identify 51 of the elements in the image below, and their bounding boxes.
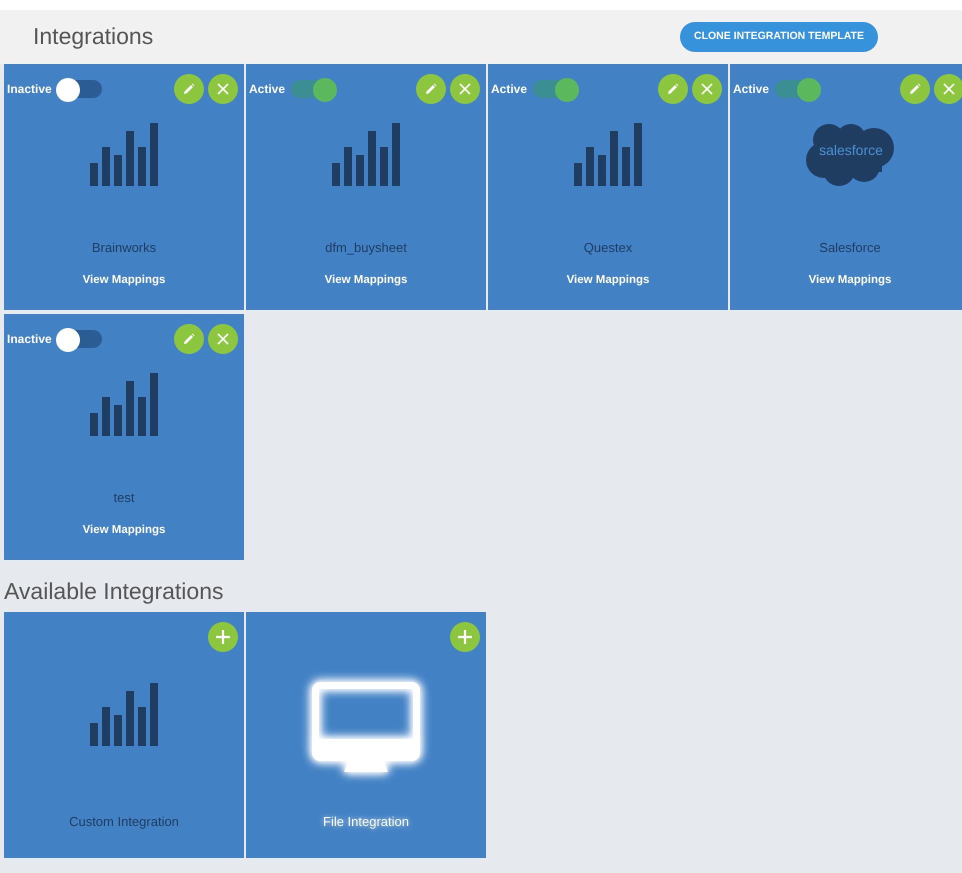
cloud-icon bbox=[806, 124, 894, 186]
view-mappings-link[interactable]: View Mappings bbox=[566, 272, 650, 289]
bar-chart-icon bbox=[90, 122, 158, 186]
edit-button[interactable] bbox=[416, 74, 446, 104]
logo-text: salesforce bbox=[819, 142, 883, 158]
close-icon bbox=[701, 83, 713, 95]
plus-icon bbox=[215, 628, 231, 645]
delete-button[interactable] bbox=[208, 74, 238, 104]
pencil-icon bbox=[183, 333, 195, 345]
edit-button[interactable] bbox=[900, 74, 930, 104]
integration-name: Salesforce bbox=[819, 239, 881, 257]
integration-name: Questex bbox=[584, 239, 632, 257]
status-label: Active bbox=[491, 81, 528, 98]
close-icon bbox=[943, 83, 955, 95]
page-title: Integrations bbox=[33, 23, 154, 51]
integration-name: Brainworks bbox=[92, 239, 156, 257]
integration-name: Custom Integration bbox=[69, 812, 179, 831]
edit-button[interactable] bbox=[174, 324, 204, 354]
pencil-icon bbox=[425, 83, 437, 95]
integration-name: File Integration bbox=[323, 812, 409, 831]
delete-button[interactable] bbox=[450, 74, 480, 104]
bar-chart-icon bbox=[332, 122, 400, 186]
integration-name: dfm_buysheet bbox=[325, 239, 407, 257]
delete-button[interactable] bbox=[934, 74, 962, 104]
view-mappings-link[interactable]: View Mappings bbox=[82, 272, 166, 289]
integration-name: test bbox=[114, 489, 134, 507]
edit-button[interactable] bbox=[174, 74, 204, 104]
close-icon bbox=[217, 333, 229, 345]
status-label: Active bbox=[733, 81, 770, 98]
bar-chart-icon bbox=[90, 682, 158, 746]
pencil-icon bbox=[183, 83, 195, 95]
bar-chart-icon bbox=[90, 372, 158, 436]
add-button[interactable] bbox=[450, 622, 480, 652]
status-label: Active bbox=[249, 81, 286, 98]
clone-template-button[interactable]: CLONE INTEGRATION TEMPLATE bbox=[680, 22, 878, 52]
plus-icon bbox=[457, 628, 473, 645]
add-button[interactable] bbox=[208, 622, 238, 652]
status-label: Inactive bbox=[7, 331, 52, 348]
pencil-icon bbox=[909, 83, 921, 95]
section-title: Available Integrations bbox=[4, 578, 224, 606]
pencil-icon bbox=[667, 83, 679, 95]
delete-button[interactable] bbox=[208, 324, 238, 354]
status-label: Inactive bbox=[7, 81, 52, 98]
bar-chart-icon bbox=[574, 122, 642, 186]
edit-button[interactable] bbox=[658, 74, 688, 104]
delete-button[interactable] bbox=[692, 74, 722, 104]
close-icon bbox=[459, 83, 471, 95]
view-mappings-link[interactable]: View Mappings bbox=[324, 272, 408, 289]
view-mappings-link[interactable]: View Mappings bbox=[808, 272, 892, 289]
close-icon bbox=[217, 83, 229, 95]
view-mappings-link[interactable]: View Mappings bbox=[82, 522, 166, 539]
